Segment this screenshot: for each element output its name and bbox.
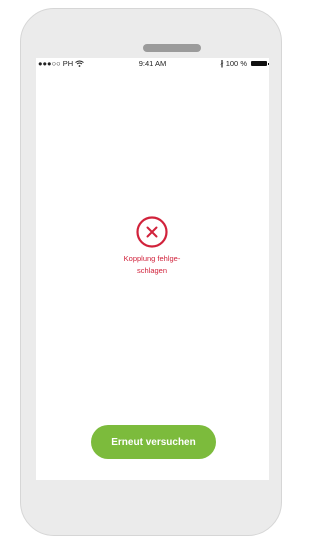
battery-percent: 100 % — [225, 59, 247, 68]
speaker-grille — [143, 44, 201, 52]
status-right: ∦ 100 % — [219, 59, 269, 68]
status-bar: ●●●○○ PH 9:41 AM ∦ 100 % — [36, 58, 269, 70]
error-circle-x-icon — [136, 216, 168, 248]
bluetooth-icon: ∦ — [219, 59, 224, 68]
battery-icon — [251, 61, 269, 66]
pairing-failed-message: Kopplung fehlge- schlagen — [123, 254, 181, 275]
retry-button[interactable]: Erneut versuchen — [91, 425, 216, 459]
screen: ●●●○○ PH 9:41 AM ∦ 100 % Kopplung fehlge… — [36, 58, 269, 480]
